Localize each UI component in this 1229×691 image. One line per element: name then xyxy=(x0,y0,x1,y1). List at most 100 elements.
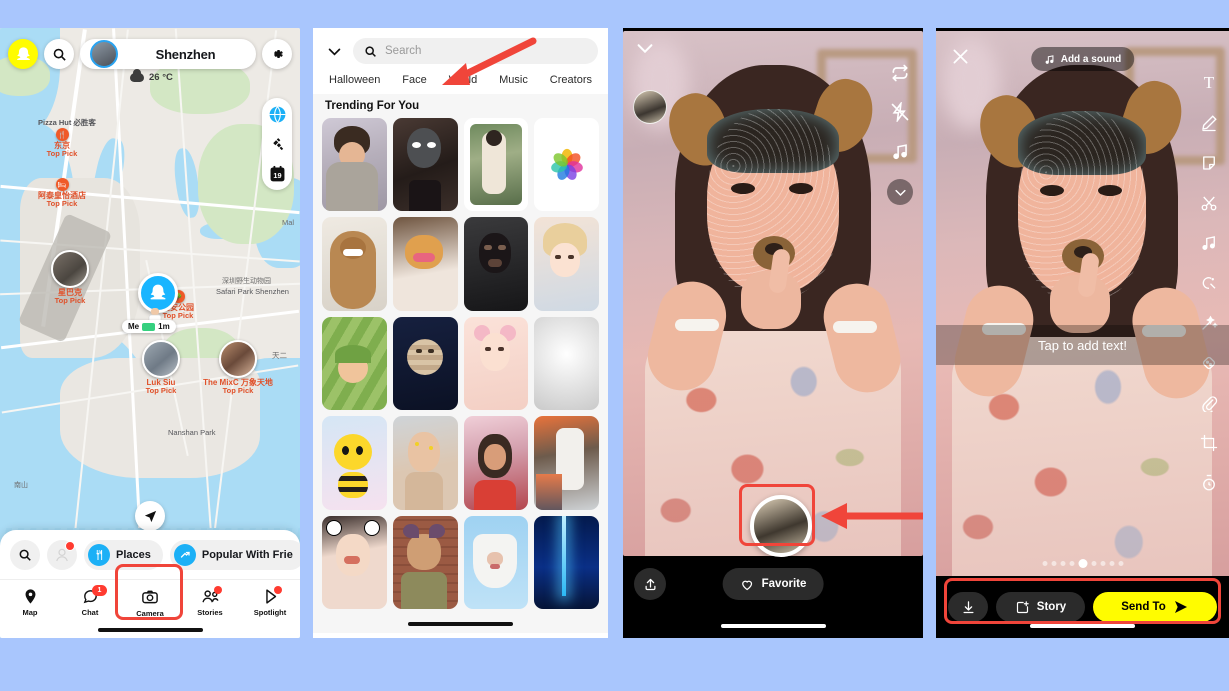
music-note-icon[interactable] xyxy=(889,140,911,162)
chevron-down-icon[interactable] xyxy=(323,43,345,60)
map-poi[interactable]: 🍴 东京 Top Pick xyxy=(19,128,105,158)
map-poi[interactable]: 🛏 阿泰皇怡酒店 Top Pick xyxy=(19,178,105,208)
text-tool-icon[interactable]: T xyxy=(1198,72,1220,94)
tap-to-add-text-placeholder[interactable]: Tap to add text! xyxy=(936,325,1229,365)
list-item[interactable] xyxy=(534,416,599,510)
satellite-icon[interactable] xyxy=(267,134,287,154)
tab-label: Map xyxy=(22,608,38,617)
map-poi[interactable]: Luk Siu Top Pick xyxy=(118,340,204,395)
crop-icon[interactable] xyxy=(1198,432,1220,454)
map-layer-rail: 19 xyxy=(262,98,292,190)
poi-pin-icon: 🍴 xyxy=(55,128,69,141)
list-item[interactable] xyxy=(534,217,599,311)
list-item[interactable] xyxy=(392,217,458,311)
tab-halloween[interactable]: Halloween xyxy=(329,74,380,86)
calendar-icon[interactable]: 19 xyxy=(267,164,287,184)
poi-subtitle: Top Pick xyxy=(46,149,78,159)
chip-search-button[interactable] xyxy=(10,540,40,570)
tab-label: Spotlight xyxy=(253,608,287,617)
list-item[interactable] xyxy=(322,316,387,411)
dot xyxy=(1060,561,1065,566)
dot xyxy=(1091,561,1096,566)
list-item[interactable] xyxy=(322,515,387,609)
list-item[interactable] xyxy=(392,515,458,609)
search-input[interactable]: Search xyxy=(353,38,598,64)
add-sound-button[interactable]: Add a sound xyxy=(1030,47,1135,71)
list-item[interactable] xyxy=(463,316,529,411)
list-item[interactable] xyxy=(463,118,529,212)
camera-preview-screen: Favorite xyxy=(623,28,923,638)
dot-active xyxy=(1078,559,1087,568)
timer-icon[interactable] xyxy=(1198,472,1220,494)
tab-face[interactable]: Face xyxy=(402,74,426,86)
lens-grid xyxy=(313,118,608,615)
map-location-search[interactable]: Shenzhen xyxy=(80,39,256,69)
flash-off-icon[interactable] xyxy=(889,101,911,123)
distance-label: 1m xyxy=(158,322,170,331)
sidebar-item-map[interactable]: Map xyxy=(0,588,60,618)
list-item[interactable] xyxy=(392,118,458,212)
map-poi[interactable]: 星巴克 Top Pick xyxy=(27,250,113,305)
sidebar-item-camera[interactable]: Camera xyxy=(120,588,180,618)
sidebar-item-chat[interactable]: 1 Chat xyxy=(60,585,120,618)
map-poi[interactable]: The MixC 万象天地 Top Pick xyxy=(195,340,281,395)
more-options-button[interactable] xyxy=(887,179,913,205)
close-icon[interactable] xyxy=(950,46,972,68)
scissors-icon[interactable] xyxy=(1198,192,1220,214)
chip-friends-button[interactable] xyxy=(47,540,77,570)
sticker-icon[interactable] xyxy=(1198,152,1220,174)
recenter-location-button[interactable] xyxy=(135,501,165,531)
tab-creators[interactable]: Creators xyxy=(550,74,592,86)
list-item[interactable] xyxy=(392,316,458,411)
ghost-icon[interactable] xyxy=(8,39,38,69)
sidebar-item-spotlight[interactable]: Spotlight xyxy=(240,586,300,618)
battery-icon xyxy=(142,322,156,331)
list-item[interactable] xyxy=(322,416,387,510)
chip-places[interactable]: Places xyxy=(84,540,163,570)
chip-label: Popular With Frie xyxy=(201,549,293,561)
lens-creator-avatar[interactable] xyxy=(633,90,667,124)
text-tool-glyph: T xyxy=(1203,73,1215,92)
list-item[interactable] xyxy=(463,515,529,609)
section-title: Trending For You xyxy=(313,94,608,118)
globe-icon[interactable] xyxy=(267,104,287,124)
list-item[interactable] xyxy=(463,217,529,311)
list-item[interactable] xyxy=(534,316,599,411)
spotlight-dot xyxy=(274,586,282,594)
favorite-button[interactable]: Favorite xyxy=(722,568,824,600)
list-item[interactable] xyxy=(322,217,387,311)
tab-music[interactable]: Music xyxy=(499,74,528,86)
home-indicator xyxy=(313,615,608,633)
chat-badge: 1 xyxy=(92,585,107,596)
chip-popular-with-friends[interactable]: Popular With Frie xyxy=(169,540,300,570)
camera-viewfinder[interactable] xyxy=(623,31,923,556)
search-icon xyxy=(365,45,376,57)
active-lens-button[interactable] xyxy=(750,495,812,557)
list-item[interactable] xyxy=(534,515,599,609)
search-icon[interactable] xyxy=(44,39,74,69)
lens-search-icon[interactable] xyxy=(1198,272,1220,294)
sidebar-item-stories[interactable]: Stories xyxy=(180,586,240,618)
snap-preview[interactable] xyxy=(936,31,1229,576)
draw-pen-icon[interactable] xyxy=(1198,112,1220,134)
my-location-tag[interactable]: Me 1m xyxy=(122,320,176,333)
list-item[interactable] xyxy=(322,118,387,212)
poi-thumbnail xyxy=(219,340,257,378)
list-item[interactable] xyxy=(392,416,458,510)
list-item[interactable] xyxy=(463,416,529,510)
tab-world[interactable]: World xyxy=(449,74,478,86)
gear-icon[interactable] xyxy=(262,39,292,69)
dot xyxy=(1042,561,1047,566)
add-sound-label: Add a sound xyxy=(1060,53,1122,65)
music-note-icon[interactable] xyxy=(1198,232,1220,254)
trending-arrow-icon xyxy=(173,544,196,566)
share-upload-icon[interactable] xyxy=(634,568,666,600)
profile-avatar[interactable] xyxy=(90,40,118,68)
poi-thumbnail xyxy=(142,340,180,378)
send-to-label: Send To xyxy=(1121,601,1166,613)
music-note-icon xyxy=(1045,54,1053,64)
paperclip-icon[interactable] xyxy=(1198,392,1220,414)
flip-camera-icon[interactable] xyxy=(889,62,911,84)
list-item[interactable] xyxy=(534,118,599,212)
chevron-down-icon[interactable] xyxy=(633,36,657,60)
